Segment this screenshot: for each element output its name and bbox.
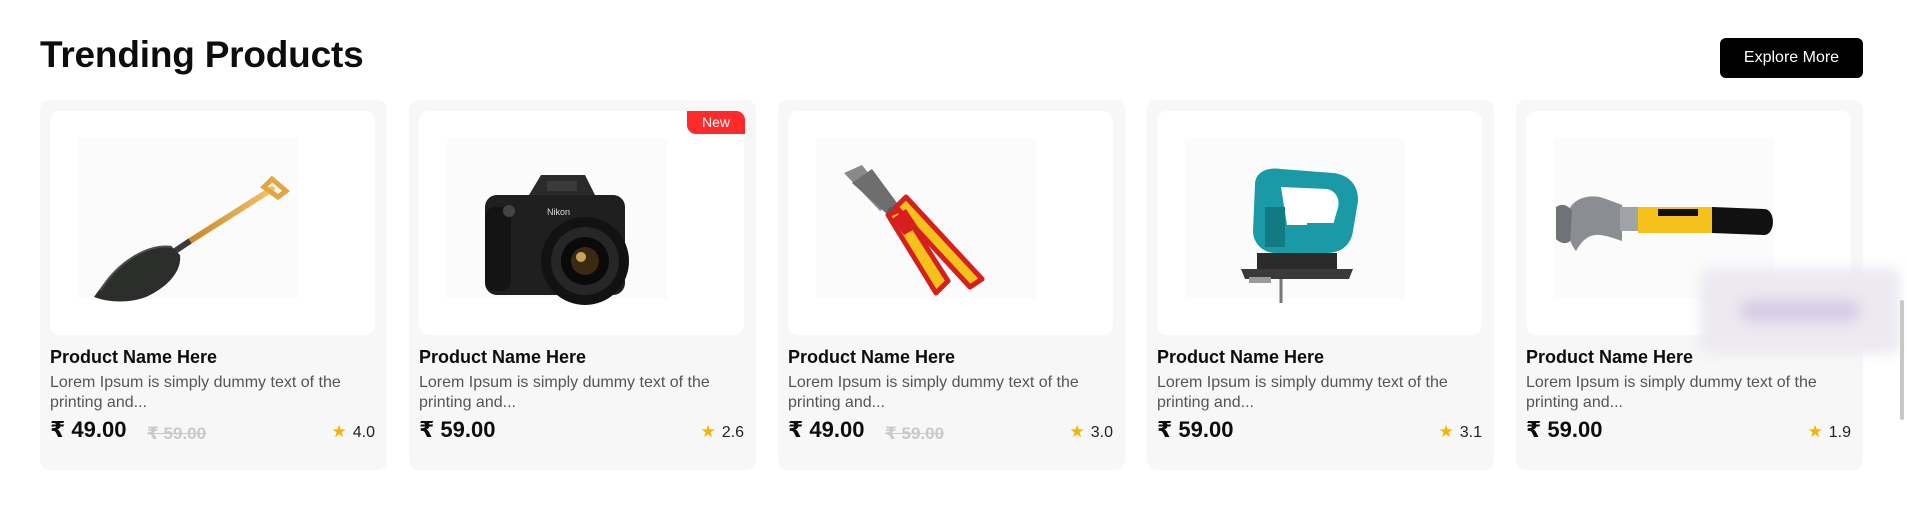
product-rating: ★ 4.0 [332,422,376,442]
scrollbar[interactable] [1900,300,1904,420]
product-description: Lorem Ipsum is simply dummy text of the … [1157,374,1448,411]
product-description: Lorem Ipsum is simply dummy text of the … [419,374,710,411]
rating-value: 3.1 [1459,424,1482,441]
product-price: ₹ 49.00 [50,417,127,442]
product-name[interactable]: Product Name Here [788,347,955,368]
product-rating: ★ 1.9 [1808,422,1852,442]
product-description: Lorem Ipsum is simply dummy text of the … [1526,374,1817,411]
product-card[interactable]: Product Name Here Lorem Ipsum is simply … [40,100,387,470]
product-price: ₹ 59.00 [1157,417,1234,442]
star-icon: ★ [1807,422,1823,441]
product-name[interactable]: Product Name Here [50,347,217,368]
shovel-image [94,175,290,302]
rating-value: 2.6 [721,424,744,441]
jigsaw-image: makita [1241,168,1358,303]
rating-value: 4.0 [352,424,375,441]
trending-products-section: Trending Products Explore More Product N… [0,0,1907,517]
star-icon: ★ [331,422,347,441]
product-rating: ★ 2.6 [701,422,745,442]
product-old-price: ₹ 59.00 [885,424,945,443]
product-name[interactable]: Product Name Here [419,347,586,368]
product-name[interactable]: Product Name Here [1526,347,1693,368]
product-image[interactable]: Nikon [419,111,744,335]
product-image[interactable] [50,111,375,335]
svg-text:Nikon: Nikon [547,207,570,217]
star-icon: ★ [700,422,716,441]
product-image[interactable]: makita [1157,111,1482,335]
pliers-image [844,165,985,296]
star-icon: ★ [1438,422,1454,441]
camera-image: Nikon [485,175,629,305]
product-old-price: ₹ 59.00 [147,424,207,443]
rating-value: 1.9 [1828,424,1851,441]
product-card[interactable]: makita Product Name Here Lorem Ipsum is … [1147,100,1494,470]
product-card[interactable]: Product Name Here Lorem Ipsum is simply … [778,100,1125,470]
product-card-list: Product Name Here Lorem Ipsum is simply … [40,100,1863,470]
rating-value: 3.0 [1090,424,1113,441]
product-price: ₹ 49.00 [788,417,865,442]
product-name[interactable]: Product Name Here [1157,347,1324,368]
product-price: ₹ 59.00 [419,417,496,442]
section-title: Trending Products [40,34,364,75]
product-rating: ★ 3.0 [1070,422,1114,442]
product-card[interactable]: Nikon New Product Name Here Lorem Ipsum … [409,100,756,470]
product-description: Lorem Ipsum is simply dummy text of the … [50,374,341,411]
star-icon: ★ [1069,422,1085,441]
svg-text:makita: makita [1307,207,1337,218]
new-badge: New [687,111,745,134]
blurred-overlay [1700,268,1900,354]
product-image[interactable] [788,111,1113,335]
product-rating: ★ 3.1 [1439,422,1483,442]
product-price: ₹ 59.00 [1526,417,1603,442]
product-description: Lorem Ipsum is simply dummy text of the … [788,374,1079,411]
explore-more-button[interactable]: Explore More [1720,38,1863,78]
